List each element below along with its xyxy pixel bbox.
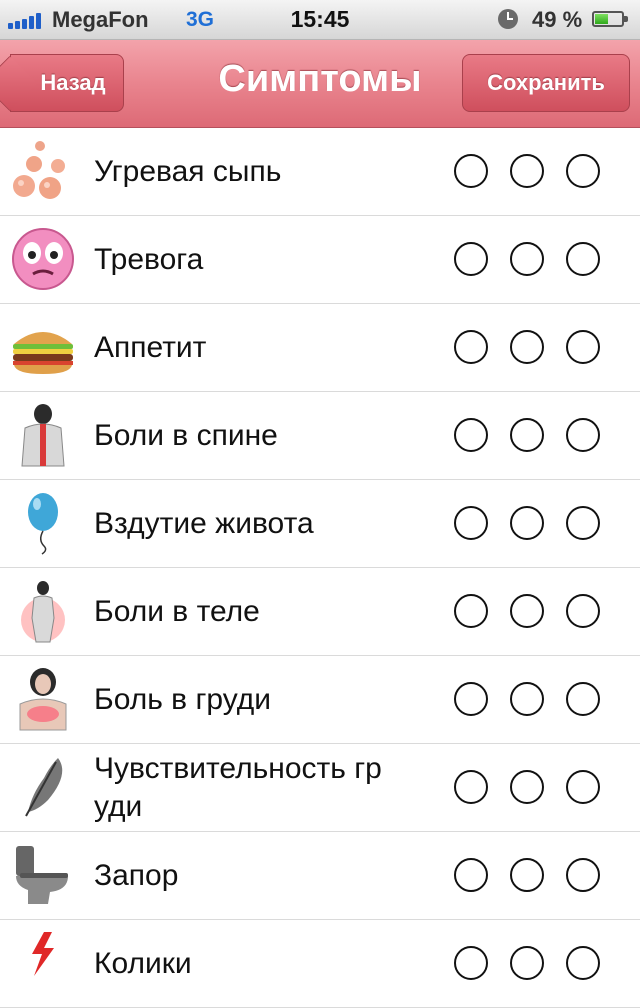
symptom-label: Боли в теле [94, 595, 260, 628]
navigation-bar: Назад Симптомы Сохранить [0, 40, 640, 128]
severity-option-1[interactable] [454, 770, 488, 804]
status-bar: MegaFon 3G 15:45 49 % [0, 0, 640, 40]
list-item: Колики [0, 920, 640, 1008]
severity-option-2[interactable] [510, 506, 544, 540]
severity-option-3[interactable] [566, 858, 600, 892]
severity-option-1[interactable] [454, 506, 488, 540]
anxious-face-icon [12, 228, 74, 290]
severity-option-1[interactable] [454, 418, 488, 452]
symptom-label: Тревога [94, 243, 204, 276]
body-pain-icon [21, 581, 65, 643]
severity-option-1[interactable] [454, 858, 488, 892]
list-item: Боли в спине [0, 392, 640, 480]
severity-option-3[interactable] [566, 242, 600, 276]
severity-option-1[interactable] [454, 154, 488, 188]
severity-option-3[interactable] [566, 418, 600, 452]
list-item: Аппетит [0, 304, 640, 392]
list-item: Боль в груди [0, 656, 640, 744]
severity-option-3[interactable] [566, 506, 600, 540]
symptom-label: Аппетит [94, 331, 207, 364]
list-item: Чувствительность гр уди [0, 744, 640, 832]
severity-option-3[interactable] [566, 682, 600, 716]
severity-option-3[interactable] [566, 946, 600, 980]
list-item: Тревога [0, 216, 640, 304]
severity-option-2[interactable] [510, 858, 544, 892]
severity-option-3[interactable] [566, 770, 600, 804]
severity-option-2[interactable] [510, 594, 544, 628]
toilet-icon [16, 846, 68, 904]
list-item: Боли в теле [0, 568, 640, 656]
alarm-clock-icon [498, 9, 518, 29]
save-button[interactable]: Сохранить [462, 54, 630, 112]
severity-option-2[interactable] [510, 770, 544, 804]
severity-option-3[interactable] [566, 154, 600, 188]
severity-option-3[interactable] [566, 594, 600, 628]
severity-option-2[interactable] [510, 682, 544, 716]
battery-percent: 49 % [532, 7, 583, 32]
symptom-label: Боли в спине [94, 419, 278, 452]
severity-option-1[interactable] [454, 330, 488, 364]
symptom-label: Вздутие живота [94, 507, 314, 540]
list-item: Запор [0, 832, 640, 920]
severity-option-1[interactable] [454, 242, 488, 276]
list-item: Угревая сыпь [0, 128, 640, 216]
list-item: Вздутие живота [0, 480, 640, 568]
lightning-icon [32, 932, 54, 976]
symptom-label: Боль в груди [94, 683, 272, 716]
symptom-label: Угревая сыпь [94, 155, 282, 188]
severity-option-3[interactable] [566, 330, 600, 364]
symptom-label: Чувствительность гр уди [94, 752, 382, 823]
severity-option-2[interactable] [510, 418, 544, 452]
severity-option-2[interactable] [510, 330, 544, 364]
feather-icon [25, 758, 63, 817]
severity-option-2[interactable] [510, 946, 544, 980]
severity-option-1[interactable] [454, 682, 488, 716]
severity-option-1[interactable] [454, 594, 488, 628]
symptom-label: Запор [94, 859, 179, 892]
symptom-list: Угревая сыпь Тревога Аппетит Боли в спин… [0, 128, 640, 1008]
burger-icon [13, 332, 73, 374]
back-pain-icon [21, 404, 65, 467]
chest-pain-icon [19, 668, 67, 731]
severity-option-2[interactable] [510, 154, 544, 188]
acne-icon [13, 141, 65, 199]
balloon-icon [28, 493, 58, 555]
severity-option-2[interactable] [510, 242, 544, 276]
symptom-label: Колики [94, 947, 192, 980]
battery-icon [592, 11, 628, 27]
severity-option-1[interactable] [454, 946, 488, 980]
